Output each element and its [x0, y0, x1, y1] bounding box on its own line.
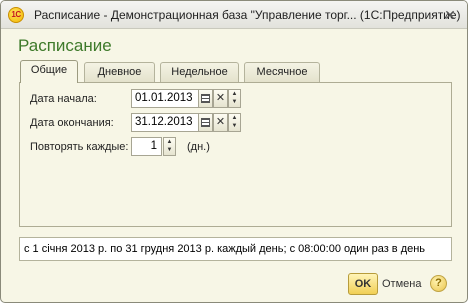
tab-monthly[interactable]: Месячное [244, 62, 320, 82]
spin-up-icon[interactable]: ▲ [229, 114, 240, 122]
start-date-label: Дата начала: [30, 93, 97, 105]
close-icon[interactable]: ✕ [442, 7, 458, 23]
repeat-every-label: Повторять каждые: [30, 141, 129, 153]
tab-daily[interactable]: Дневное [84, 62, 155, 82]
help-icon[interactable]: ? [430, 275, 447, 292]
end-date-spinner[interactable]: ▲ ▼ [228, 113, 241, 132]
start-date-clear-button[interactable]: ✕ [213, 89, 228, 108]
end-date-label: Дата окончания: [30, 117, 114, 129]
repeat-unit-label: (дн.) [187, 141, 210, 153]
spin-down-icon[interactable]: ▼ [229, 122, 240, 130]
window-title: Расписание - Демонстрационная база "Упра… [34, 8, 461, 22]
1c-app-icon: 1С [8, 7, 24, 23]
form-title: Расписание [18, 36, 112, 55]
schedule-description: с 1 січня 2013 р. по 31 грудня 2013 р. к… [19, 237, 452, 261]
title-bar[interactable]: 1С Расписание - Демонстрационная база "У… [1, 1, 467, 29]
start-date-input[interactable]: 01.01.2013 [131, 89, 199, 108]
end-date-input[interactable]: 31.12.2013 [131, 113, 199, 132]
start-date-calendar-button[interactable] [198, 89, 213, 108]
start-date-spinner[interactable]: ▲ ▼ [228, 89, 241, 108]
end-date-clear-button[interactable]: ✕ [213, 113, 228, 132]
spin-down-icon[interactable]: ▼ [164, 146, 175, 154]
cancel-button[interactable]: Отмена [382, 278, 421, 290]
spin-up-icon[interactable]: ▲ [164, 138, 175, 146]
repeat-every-spinner[interactable]: ▲ ▼ [163, 137, 176, 156]
tab-general[interactable]: Общие [20, 60, 78, 83]
schedule-window: 1С Расписание - Демонстрационная база "У… [0, 0, 468, 303]
general-tab-panel: Дата начала: 01.01.2013 ✕ ▲ ▼ Дата оконч… [19, 82, 452, 227]
calendar-icon [201, 94, 210, 103]
spin-up-icon[interactable]: ▲ [229, 90, 240, 98]
tab-weekly[interactable]: Недельное [160, 62, 239, 82]
spin-down-icon[interactable]: ▼ [229, 98, 240, 106]
repeat-every-input[interactable]: 1 [131, 137, 162, 156]
end-date-calendar-button[interactable] [198, 113, 213, 132]
calendar-icon [201, 118, 210, 127]
ok-button[interactable]: OK [348, 273, 378, 295]
